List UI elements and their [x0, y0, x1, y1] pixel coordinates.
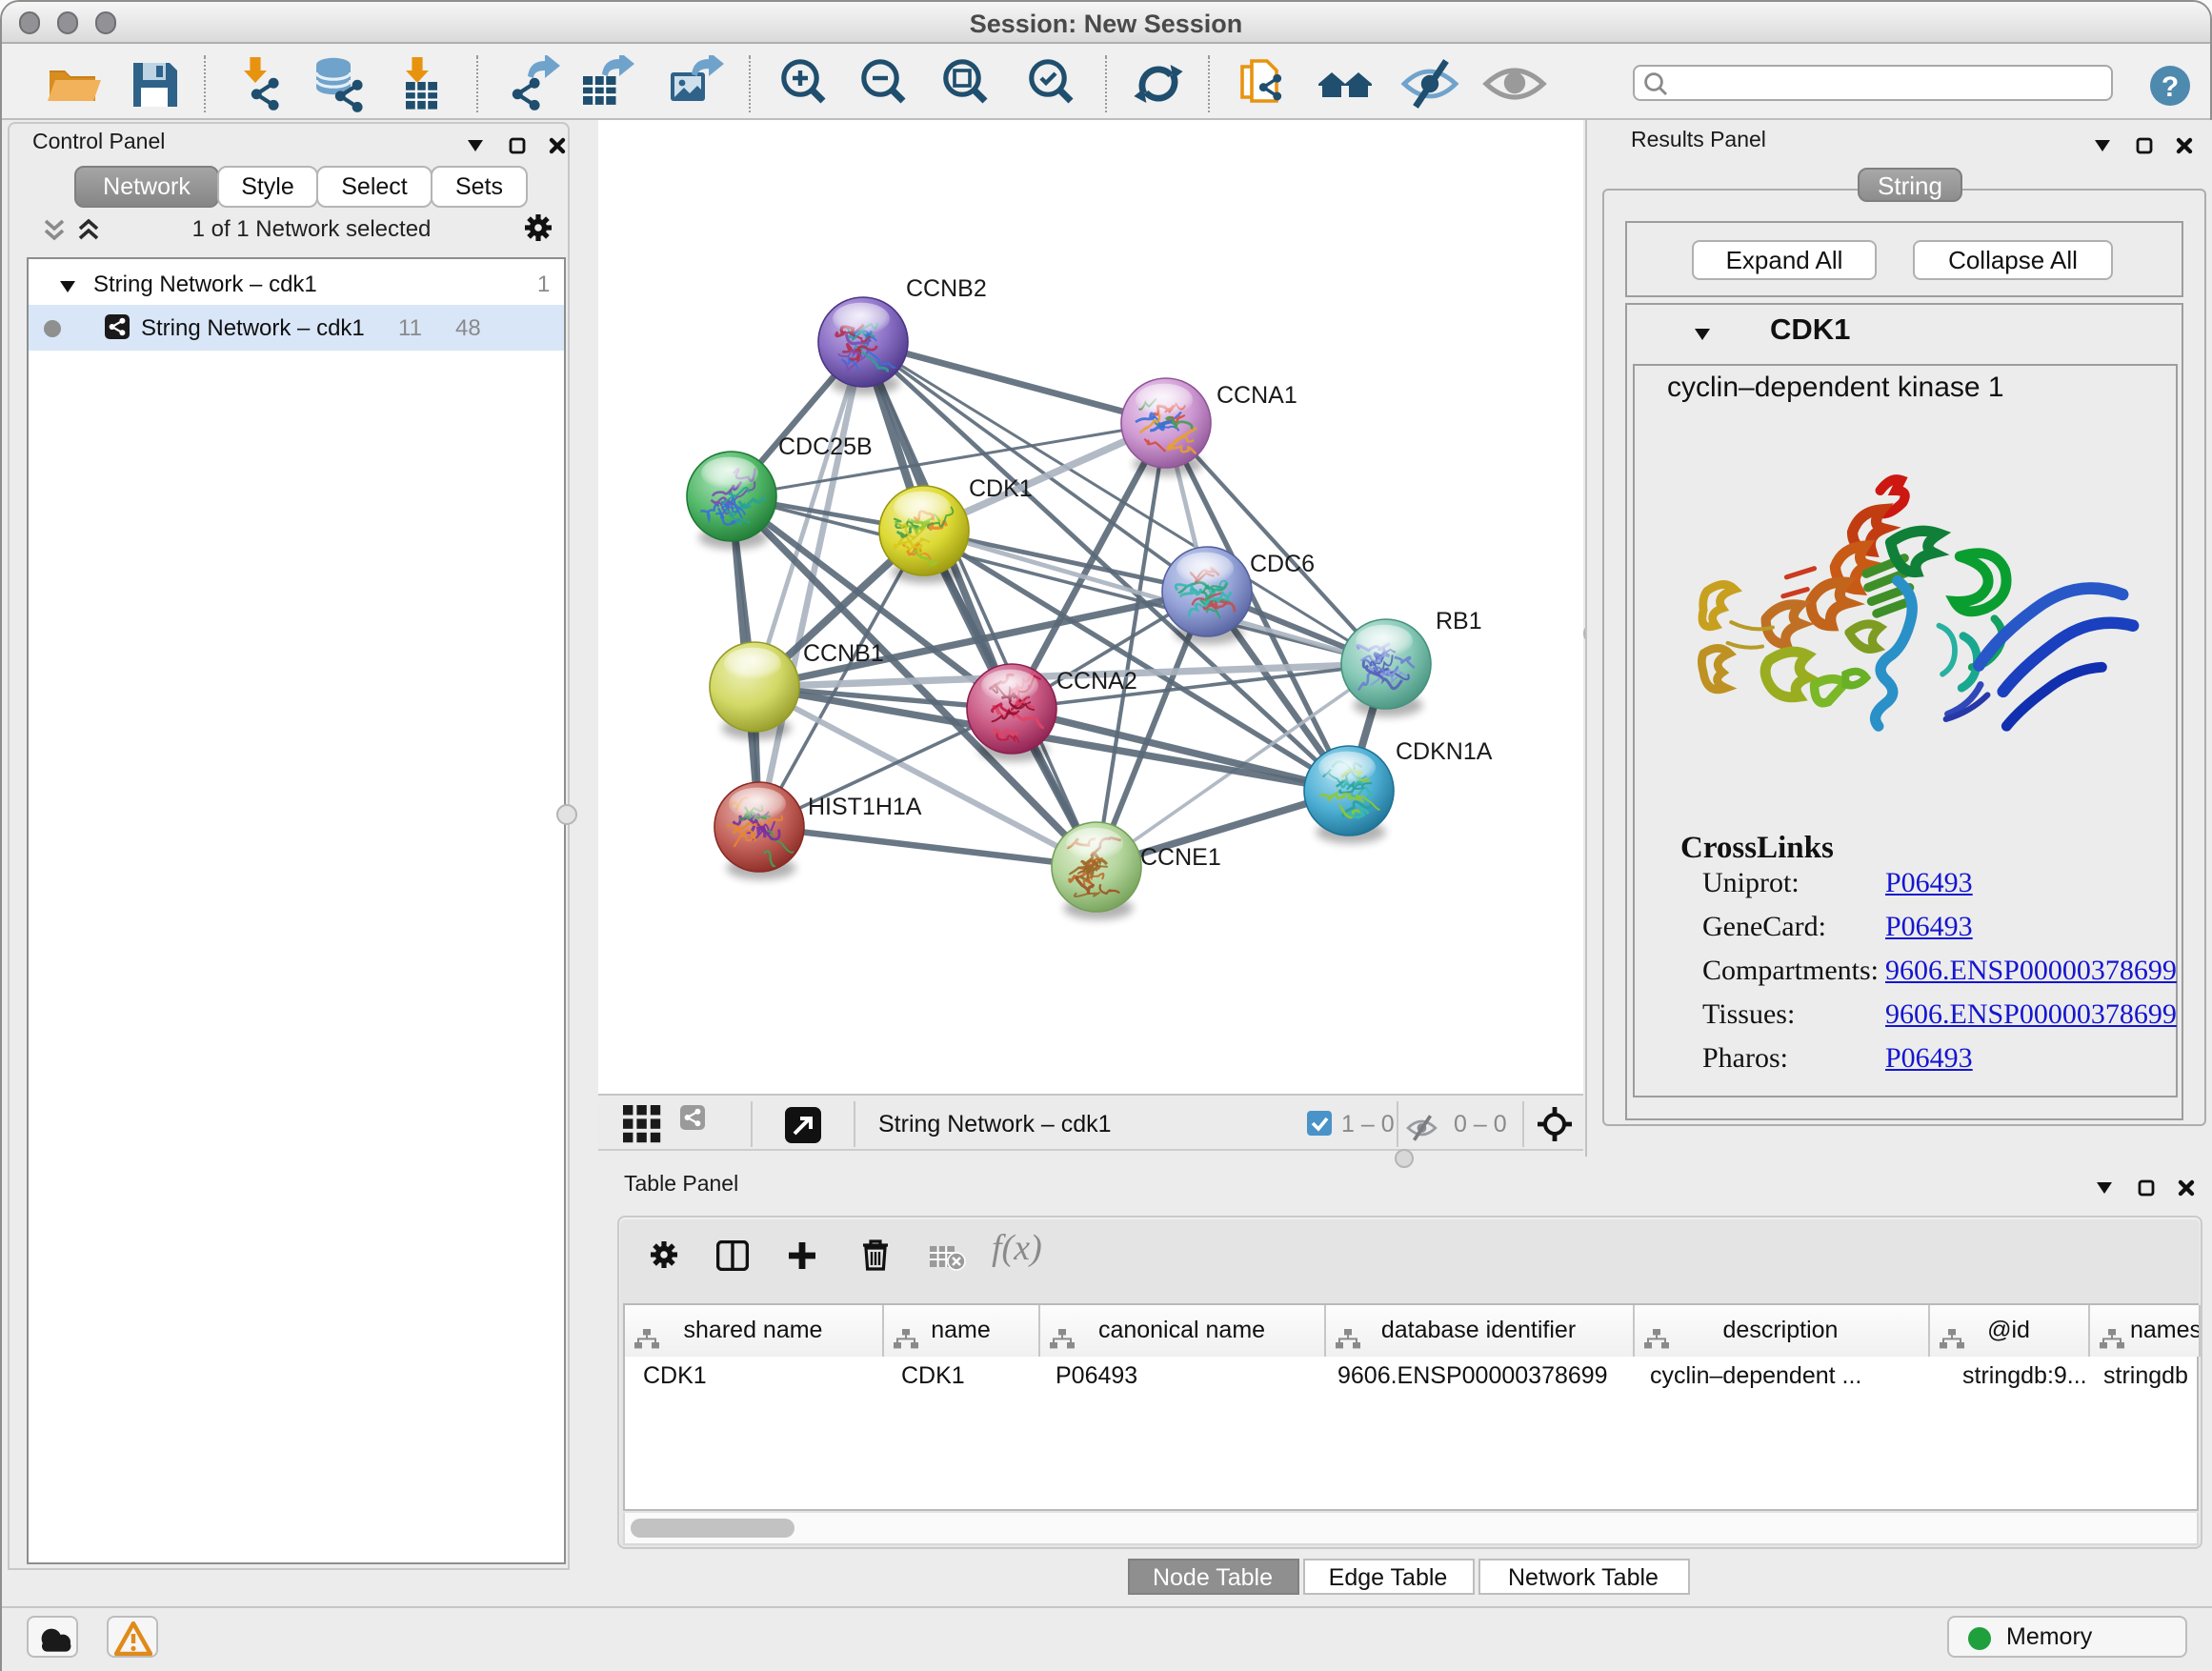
svg-text:CCNA2: CCNA2	[1056, 667, 1137, 694]
svg-text:CCNB1: CCNB1	[803, 639, 884, 666]
svg-text:HIST1H1A: HIST1H1A	[808, 793, 922, 819]
svg-text:CDC6: CDC6	[1250, 550, 1315, 576]
svg-text:CCNA1: CCNA1	[1217, 381, 1297, 408]
svg-text:CCNE1: CCNE1	[1140, 843, 1221, 870]
svg-text:RB1: RB1	[1436, 607, 1482, 634]
svg-text:CCNB2: CCNB2	[906, 274, 987, 301]
svg-text:CDK1: CDK1	[969, 474, 1033, 501]
svg-text:CDC25B: CDC25B	[778, 433, 873, 459]
svg-text:CDKN1A: CDKN1A	[1396, 737, 1493, 764]
svg-text:?: ?	[2162, 70, 2179, 102]
